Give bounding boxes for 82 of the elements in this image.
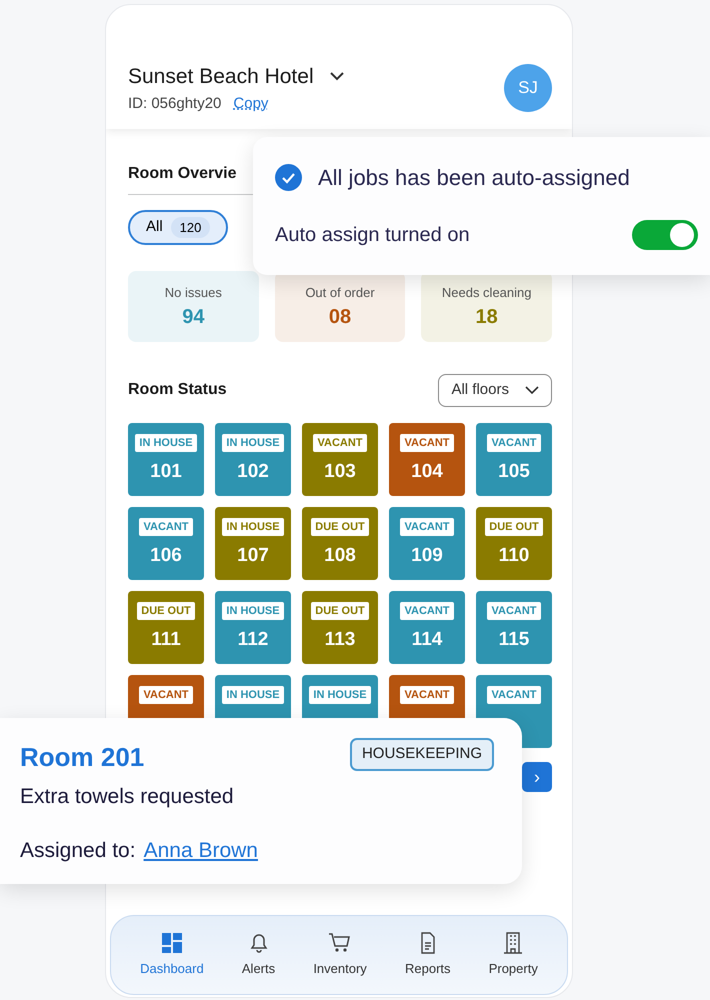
task-description: Extra towels requested	[20, 784, 235, 810]
room-tile[interactable]: VACANT 105	[476, 422, 552, 496]
room-number: 102	[237, 460, 269, 484]
room-tile[interactable]: IN HOUSE 102	[215, 422, 291, 496]
room-tile[interactable]: VACANT 109	[389, 506, 465, 580]
room-tile[interactable]: VACANT 106	[128, 506, 204, 580]
nav-tab[interactable]: Reports	[404, 931, 451, 979]
room-number: 115	[498, 628, 530, 652]
room-tile[interactable]: VACANT 104	[389, 422, 465, 496]
room-tile[interactable]: VACANT 115	[476, 590, 552, 664]
status-label: IN HOUSE	[222, 434, 284, 452]
dashboard-icon	[160, 931, 184, 956]
status-label: VACANT	[139, 518, 192, 536]
check-circle-icon	[275, 164, 302, 191]
room-tile[interactable]: VACANT 114	[389, 590, 465, 664]
count-badge: 120	[170, 216, 210, 238]
status-label: DUE OUT	[137, 602, 195, 620]
room-tile[interactable]: IN HOUSE 107	[215, 506, 291, 580]
room-number: 112	[238, 628, 268, 652]
toggle-switch[interactable]	[632, 220, 698, 250]
status-label: VACANT	[400, 686, 454, 704]
chevron-down-icon	[525, 386, 539, 394]
room-number: 108	[324, 544, 356, 568]
room-number: 109	[411, 544, 443, 568]
status-label: VACANT	[139, 686, 192, 704]
room-tile[interactable]: VACANT 103	[302, 422, 378, 496]
room-number: 111	[151, 628, 181, 652]
status-label: DUE OUT	[311, 518, 369, 536]
stat-value: 08	[328, 305, 352, 330]
room-tile[interactable]: DUE OUT 108	[302, 506, 378, 580]
room-number: 105	[498, 460, 530, 484]
room-number: 106	[150, 544, 182, 568]
copy-link[interactable]: Copy	[233, 92, 268, 115]
room-number: 113	[324, 628, 356, 652]
floor-dropdown[interactable]: All floors	[438, 374, 552, 406]
nav-tab[interactable]: Alerts	[242, 931, 276, 979]
status-label: IN HOUSE	[309, 686, 371, 704]
status-label: IN HOUSE	[222, 518, 284, 536]
nav-tab[interactable]: Dashboard	[140, 931, 204, 979]
status-label: DUE OUT	[485, 518, 543, 536]
status-label: VACANT	[400, 602, 454, 620]
category-tag: HOUSEKEEPING	[350, 738, 494, 770]
user-avatar[interactable]: SJ	[504, 64, 552, 112]
assigned-label: Assigned to:	[20, 838, 136, 864]
filter-chip[interactable]: All 120	[128, 210, 228, 244]
status-label: VACANT	[487, 434, 540, 452]
assignee-link[interactable]: Anna Brown	[144, 834, 258, 866]
section-title: Room Overvie	[128, 165, 236, 182]
stat-label: Out of order	[304, 284, 376, 302]
room-tile[interactable]: DUE OUT 113	[302, 590, 378, 664]
status-label: IN HOUSE	[222, 686, 284, 704]
hotel-name: Sunset Beach Hotel	[128, 64, 314, 90]
setting-label: Auto assign turned on	[275, 223, 470, 248]
room-number: 103	[324, 460, 356, 484]
stat-value: 18	[474, 305, 499, 330]
section-title: Room Status	[128, 380, 227, 400]
next-page-button[interactable]: ›	[522, 762, 552, 792]
room-number: 114	[412, 628, 442, 652]
status-label: VACANT	[313, 434, 366, 452]
chevron-down-icon[interactable]	[330, 72, 344, 82]
status-label: DUE OUT	[311, 602, 369, 620]
room-tile[interactable]: DUE OUT 111	[128, 590, 204, 664]
hotel-id: ID: 056ghty20	[128, 94, 222, 114]
status-label: VACANT	[487, 686, 540, 704]
status-label: VACANT	[400, 518, 454, 536]
room-number: 101	[150, 460, 182, 484]
room-number: 107	[237, 544, 269, 568]
room-tile[interactable]: IN HOUSE 101	[128, 422, 204, 496]
notification-message: All jobs has been auto-assigned	[318, 164, 630, 192]
room-number: 104	[411, 460, 443, 484]
status-label: IN HOUSE	[222, 602, 284, 620]
room-tile[interactable]: DUE OUT 110	[476, 506, 552, 580]
status-label: IN HOUSE	[135, 434, 197, 452]
stat-value: 94	[181, 305, 206, 330]
stat-label: No issues	[164, 284, 223, 302]
status-label: VACANT	[400, 434, 454, 452]
nav-tab[interactable]: Inventory	[313, 931, 367, 979]
nav-tab[interactable]: Property	[488, 931, 538, 979]
stat-label: Needs cleaning	[440, 284, 532, 302]
room-tile[interactable]: IN HOUSE 112	[215, 590, 291, 664]
status-label: VACANT	[487, 602, 540, 620]
room-number: 110	[498, 544, 530, 568]
